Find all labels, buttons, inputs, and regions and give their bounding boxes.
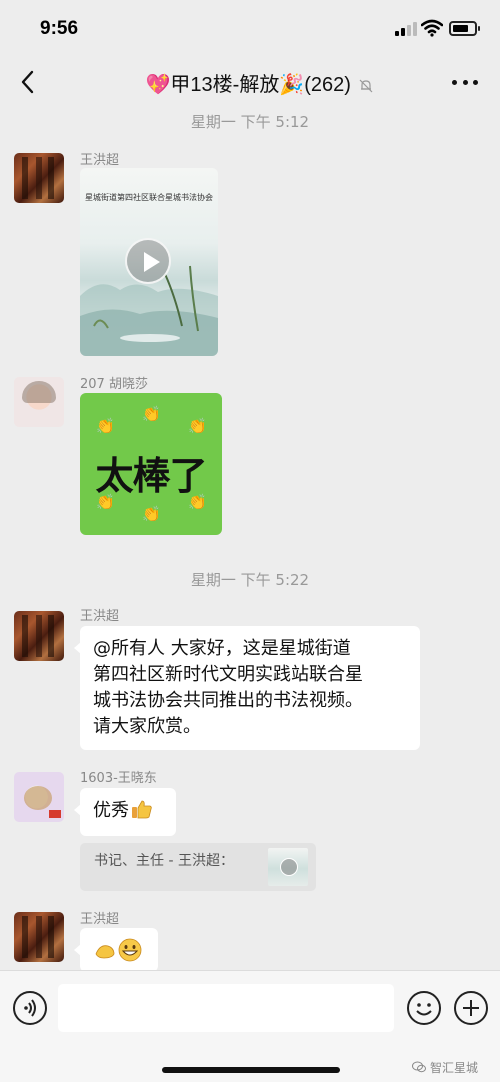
message-line: 请大家欣赏。 <box>93 716 201 737</box>
clap-icon: 👏 <box>142 405 161 423</box>
wechat-icon <box>412 1061 426 1073</box>
clap-icon: 👏 <box>142 505 161 523</box>
more-horizontal-icon[interactable] <box>452 72 478 92</box>
quote-video-thumbnail[interactable] <box>268 848 308 886</box>
bell-slash-icon <box>360 79 373 93</box>
sticker-message[interactable]: 👏 👏 👏 太棒了 👏 👏 👏 <box>80 393 222 535</box>
sender-name: 王洪超 <box>80 153 120 168</box>
chat-header: 💖甲13楼-解放🎉(262) <box>0 60 500 105</box>
message-list[interactable]: 星期一 下午 5:12 王洪超 星城街道第四社区联合星城书法协会 207 胡晓莎… <box>0 105 500 970</box>
sender-name: 1603-王晓东 <box>80 771 157 786</box>
message-line: @所有人 大家好，这是星城街道 <box>93 638 351 659</box>
plus-icon[interactable] <box>454 991 488 1025</box>
video-caption: 星城街道第四社区联合星城书法协会 <box>85 193 213 202</box>
home-indicator <box>162 1067 340 1073</box>
status-time: 9:56 <box>40 18 79 39</box>
chevron-left-icon[interactable] <box>14 66 44 98</box>
clap-icon: 👏 <box>96 493 115 511</box>
fist-icon <box>95 945 115 959</box>
message-input[interactable] <box>58 984 394 1032</box>
sender-name: 王洪超 <box>80 609 120 624</box>
video-message[interactable]: 星城街道第四社区联合星城书法协会 <box>80 168 218 356</box>
avatar[interactable] <box>14 153 64 203</box>
grinning-face-icon <box>118 938 142 962</box>
avatar[interactable] <box>14 611 64 661</box>
chat-title-text: 💖甲13楼-解放🎉(262) <box>145 74 351 96</box>
message-line: 第四社区新时代文明实践站联合星 <box>93 664 363 685</box>
avatar[interactable] <box>14 377 64 427</box>
input-bar: 智汇星城 <box>0 970 500 1082</box>
emoji-message[interactable] <box>74 928 158 970</box>
text-message[interactable]: @所有人 大家好，这是星城街道 第四社区新时代文明实践站联合星 城书法协会共同推… <box>74 626 420 750</box>
watermark-text: 智汇星城 <box>430 1061 479 1075</box>
text-message[interactable]: 优秀 <box>74 788 176 836</box>
chat-title[interactable]: 💖甲13楼-解放🎉(262) <box>110 68 410 97</box>
battery-level <box>453 25 468 32</box>
time-separator: 星期一 下午 5:12 <box>190 113 310 131</box>
status-bar: 9:56 <box>0 0 500 60</box>
smile-icon[interactable] <box>407 991 441 1025</box>
message-line: 城书法协会共同推出的书法视频。 <box>93 690 363 711</box>
thumbs-up-icon <box>132 800 152 819</box>
sender-name: 207 胡晓莎 <box>80 377 148 392</box>
battery-icon <box>449 21 480 36</box>
sender-name: 王洪超 <box>80 912 120 927</box>
avatar[interactable] <box>14 912 64 962</box>
clap-icon: 👏 <box>188 417 207 435</box>
sticker-text: 太棒了 <box>95 453 207 498</box>
clap-icon: 👏 <box>188 493 207 511</box>
avatar[interactable] <box>14 772 64 822</box>
watermark: 智汇星城 <box>412 1059 478 1076</box>
message-text: 优秀 <box>93 800 129 821</box>
voice-icon[interactable] <box>13 991 47 1025</box>
quoted-message[interactable]: 书记、主任 - 王洪超： <box>80 843 316 891</box>
wifi-icon <box>421 19 443 37</box>
quote-text: 书记、主任 - 王洪超： <box>94 853 234 869</box>
play-icon[interactable] <box>125 238 171 284</box>
signal-icon <box>395 22 417 36</box>
clap-icon: 👏 <box>96 417 115 435</box>
time-separator: 星期一 下午 5:22 <box>190 571 310 589</box>
